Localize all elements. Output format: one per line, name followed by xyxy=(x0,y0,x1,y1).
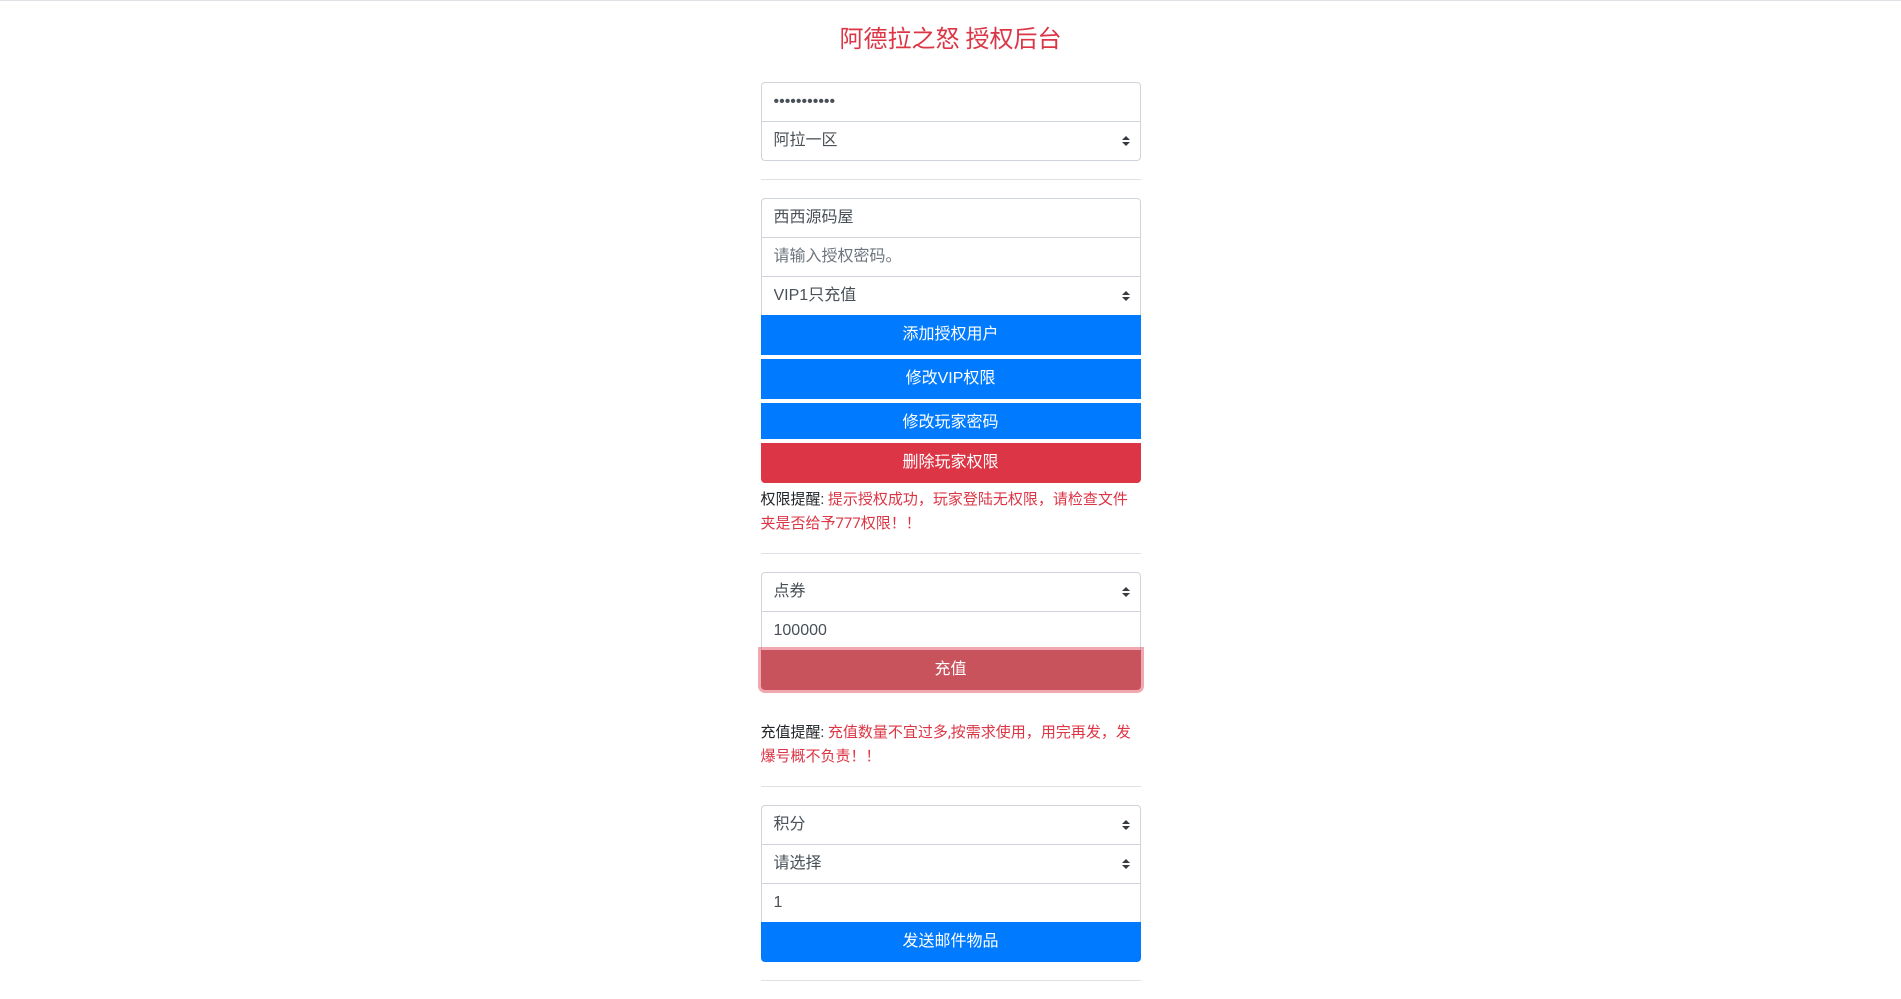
amount-input[interactable] xyxy=(761,611,1141,651)
add-auth-user-button[interactable]: 添加授权用户 xyxy=(761,315,1141,355)
divider-2 xyxy=(761,553,1141,554)
currency-select[interactable]: 点券 xyxy=(761,572,1141,612)
reward-amount-input[interactable] xyxy=(761,883,1141,923)
region-select[interactable]: 阿拉一区 xyxy=(761,121,1141,161)
recharge-notice-label: 充值提醒: xyxy=(761,723,828,741)
permission-notice: 权限提醒: 提示授权成功，玩家登陆无权限，请检查文件夹是否给予777权限！！ xyxy=(761,487,1141,535)
permission-notice-label: 权限提醒: xyxy=(761,490,828,508)
section-recharge: 点券 充值 xyxy=(761,572,1141,690)
main-container: 阿德拉之怒 授权后台 阿拉一区 VIP1只充值 添加授权用户 修改VIP权限 修… xyxy=(751,21,1151,981)
auth-password-input[interactable] xyxy=(761,237,1141,277)
divider-4 xyxy=(761,980,1141,981)
vip-select[interactable]: VIP1只充值 xyxy=(761,276,1141,316)
section-login: 阿拉一区 xyxy=(761,82,1141,161)
modify-password-button[interactable]: 修改玩家密码 xyxy=(761,403,1141,439)
divider-1 xyxy=(761,179,1141,180)
section-auth: VIP1只充值 添加授权用户 修改VIP权限 修改玩家密码 删除玩家权限 权限提… xyxy=(761,198,1141,535)
recharge-notice: 充值提醒: 充值数量不宜过多,按需求使用，用完再发，发爆号概不负责！！ xyxy=(761,720,1141,768)
password-input[interactable] xyxy=(761,82,1141,122)
top-divider xyxy=(0,0,1901,1)
page-title: 阿德拉之怒 授权后台 xyxy=(761,21,1141,57)
section-mail: 积分 请选择 发送邮件物品 xyxy=(761,805,1141,962)
delete-permission-button[interactable]: 删除玩家权限 xyxy=(761,443,1141,483)
modify-vip-button[interactable]: 修改VIP权限 xyxy=(761,359,1141,399)
divider-3 xyxy=(761,786,1141,787)
recharge-button[interactable]: 充值 xyxy=(761,650,1141,690)
username-input[interactable] xyxy=(761,198,1141,238)
send-mail-button[interactable]: 发送邮件物品 xyxy=(761,922,1141,962)
reward-option-select[interactable]: 请选择 xyxy=(761,844,1141,884)
reward-type-select[interactable]: 积分 xyxy=(761,805,1141,845)
